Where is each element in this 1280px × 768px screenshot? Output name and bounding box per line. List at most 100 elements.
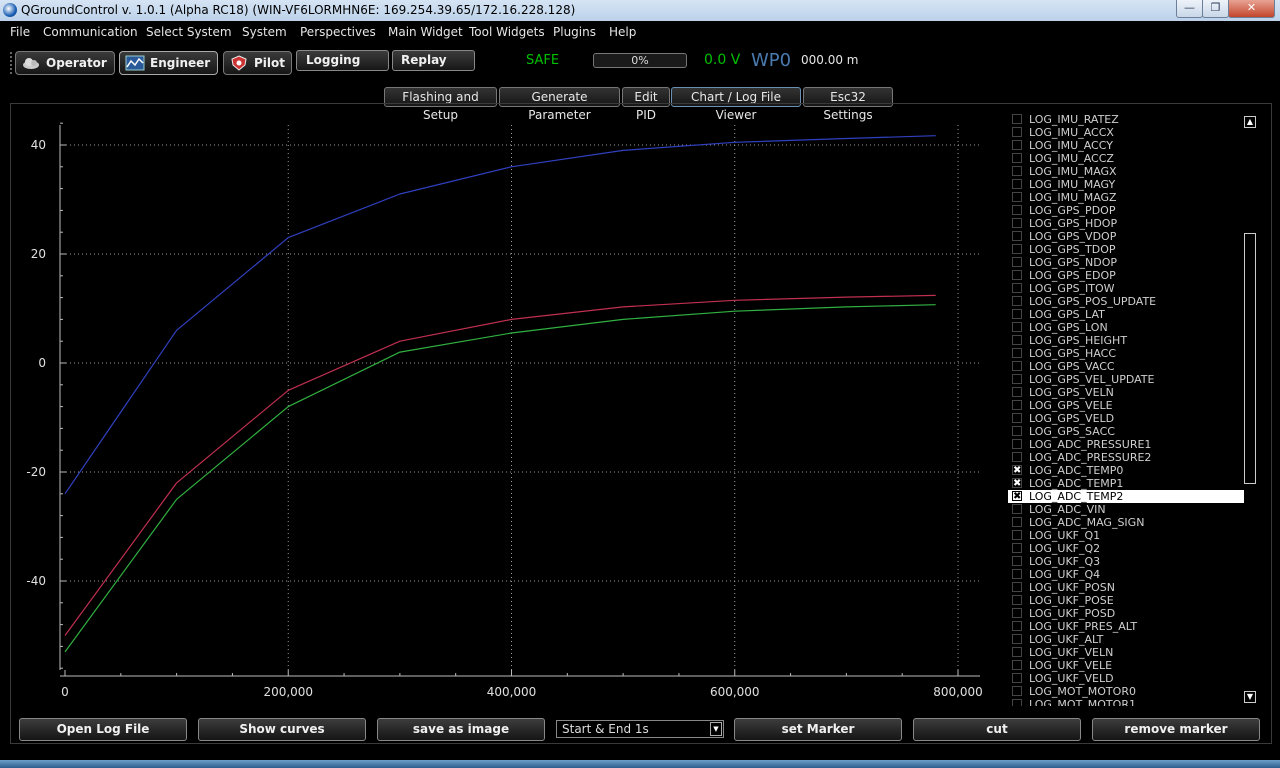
maximize-icon[interactable]: ❐ bbox=[1202, 0, 1229, 18]
signal-checkbox[interactable] bbox=[1012, 569, 1022, 579]
signal-item[interactable]: LOG_GPS_HDOP bbox=[1008, 217, 1244, 230]
signal-checkbox[interactable] bbox=[1012, 374, 1022, 384]
signal-item[interactable]: LOG_UKF_PRES_ALT bbox=[1008, 620, 1244, 633]
signal-checkbox[interactable] bbox=[1012, 582, 1022, 592]
signal-item[interactable]: LOG_GPS_NDOP bbox=[1008, 256, 1244, 269]
signal-item[interactable]: LOG_UKF_VELE bbox=[1008, 659, 1244, 672]
signal-checkbox[interactable] bbox=[1012, 140, 1022, 150]
signal-checkbox[interactable] bbox=[1012, 647, 1022, 657]
signal-item[interactable]: LOG_UKF_POSE bbox=[1008, 594, 1244, 607]
signal-item[interactable]: LOG_UKF_Q3 bbox=[1008, 555, 1244, 568]
signal-checkbox[interactable] bbox=[1012, 413, 1022, 423]
signal-item[interactable]: LOG_GPS_HACC bbox=[1008, 347, 1244, 360]
signal-item[interactable]: LOG_UKF_VELN bbox=[1008, 646, 1244, 659]
signal-item[interactable]: LOG_GPS_LON bbox=[1008, 321, 1244, 334]
range-select[interactable]: Start & End 1s ▼ bbox=[556, 720, 724, 738]
signal-checkbox[interactable] bbox=[1012, 426, 1022, 436]
signal-item[interactable]: LOG_GPS_VELE bbox=[1008, 399, 1244, 412]
signal-checkbox[interactable] bbox=[1012, 452, 1022, 462]
signal-item[interactable]: LOG_GPS_VELD bbox=[1008, 412, 1244, 425]
signal-item[interactable]: LOG_IMU_MAGY bbox=[1008, 178, 1244, 191]
signal-checkbox[interactable] bbox=[1012, 179, 1022, 189]
signal-item[interactable]: LOG_GPS_TDOP bbox=[1008, 243, 1244, 256]
signal-item[interactable]: LOG_UKF_Q1 bbox=[1008, 529, 1244, 542]
signal-checkbox[interactable]: ✖ bbox=[1012, 491, 1022, 502]
signal-checkbox[interactable] bbox=[1012, 192, 1022, 202]
signal-checkbox[interactable] bbox=[1012, 361, 1022, 371]
signal-checkbox[interactable] bbox=[1012, 205, 1022, 215]
signal-item[interactable]: LOG_UKF_VELD bbox=[1008, 672, 1244, 685]
signal-checkbox[interactable] bbox=[1012, 439, 1022, 449]
signal-list-scrollbar[interactable]: ▲ ▼ bbox=[1242, 113, 1258, 706]
signal-item[interactable]: LOG_GPS_ITOW bbox=[1008, 282, 1244, 295]
signal-checkbox[interactable] bbox=[1012, 660, 1022, 670]
signal-checkbox[interactable] bbox=[1012, 387, 1022, 397]
signal-item[interactable]: LOG_UKF_Q2 bbox=[1008, 542, 1244, 555]
save-as-image-button[interactable]: save as image bbox=[377, 718, 545, 741]
signal-checkbox[interactable] bbox=[1012, 309, 1022, 319]
signal-item[interactable]: LOG_ADC_MAG_SIGN bbox=[1008, 516, 1244, 529]
signal-item[interactable]: ✖ LOG_ADC_TEMP2 bbox=[1008, 490, 1244, 503]
signal-checkbox[interactable] bbox=[1012, 283, 1022, 293]
signal-checkbox[interactable] bbox=[1012, 608, 1022, 618]
signal-item[interactable]: LOG_IMU_MAGZ bbox=[1008, 191, 1244, 204]
cut-button[interactable]: cut bbox=[913, 718, 1081, 741]
signal-checkbox[interactable] bbox=[1012, 231, 1022, 241]
signal-item[interactable]: LOG_UKF_Q4 bbox=[1008, 568, 1244, 581]
scroll-up-icon[interactable]: ▲ bbox=[1244, 116, 1256, 128]
signal-item[interactable]: LOG_GPS_HEIGHT bbox=[1008, 334, 1244, 347]
signal-item[interactable]: LOG_UKF_ALT bbox=[1008, 633, 1244, 646]
signal-checkbox[interactable] bbox=[1012, 335, 1022, 345]
signal-checkbox[interactable] bbox=[1012, 244, 1022, 254]
signal-item[interactable]: ✖ LOG_ADC_TEMP0 bbox=[1008, 464, 1244, 477]
signal-item[interactable]: LOG_GPS_SACC bbox=[1008, 425, 1244, 438]
scroll-thumb[interactable] bbox=[1244, 233, 1256, 484]
signal-checkbox[interactable] bbox=[1012, 595, 1022, 605]
signal-item[interactable]: LOG_GPS_PDOP bbox=[1008, 204, 1244, 217]
signal-item[interactable]: LOG_GPS_VEL_UPDATE bbox=[1008, 373, 1244, 386]
signal-checkbox[interactable] bbox=[1012, 699, 1022, 706]
signal-checkbox[interactable] bbox=[1012, 621, 1022, 631]
set-marker-button[interactable]: set Marker bbox=[734, 718, 902, 741]
signal-item[interactable]: LOG_GPS_VELN bbox=[1008, 386, 1244, 399]
signal-checkbox[interactable] bbox=[1012, 348, 1022, 358]
signal-checkbox[interactable]: ✖ bbox=[1012, 465, 1022, 476]
signal-checkbox[interactable] bbox=[1012, 634, 1022, 644]
close-icon[interactable]: ✕ bbox=[1228, 0, 1275, 18]
signal-item[interactable]: LOG_IMU_ACCZ bbox=[1008, 152, 1244, 165]
signal-item[interactable]: LOG_IMU_RATEZ bbox=[1008, 113, 1244, 126]
remove-marker-button[interactable]: remove marker bbox=[1092, 718, 1260, 741]
signal-checkbox[interactable] bbox=[1012, 556, 1022, 566]
signal-item[interactable]: LOG_IMU_ACCY bbox=[1008, 139, 1244, 152]
signal-checkbox[interactable] bbox=[1012, 686, 1022, 696]
signal-item[interactable]: LOG_ADC_VIN bbox=[1008, 503, 1244, 516]
signal-checkbox[interactable] bbox=[1012, 166, 1022, 176]
log-chart[interactable]: 40 20 0 -20 -40 0 200,000 400,000 600,000 800,000 bbox=[0, 0, 1000, 710]
signal-item[interactable]: LOG_GPS_POS_UPDATE bbox=[1008, 295, 1244, 308]
signal-checkbox[interactable] bbox=[1012, 218, 1022, 228]
open-log-file-button[interactable]: Open Log File bbox=[19, 718, 187, 741]
signal-item[interactable]: LOG_GPS_VDOP bbox=[1008, 230, 1244, 243]
signal-item[interactable]: LOG_IMU_MAGX bbox=[1008, 165, 1244, 178]
minimize-icon[interactable]: — bbox=[1176, 0, 1203, 18]
signal-checkbox[interactable] bbox=[1012, 517, 1022, 527]
signal-item[interactable]: LOG_GPS_LAT bbox=[1008, 308, 1244, 321]
signal-checkbox[interactable]: ✖ bbox=[1012, 478, 1022, 489]
signal-checkbox[interactable] bbox=[1012, 673, 1022, 683]
signal-checkbox[interactable] bbox=[1012, 153, 1022, 163]
signal-item[interactable]: LOG_ADC_PRESSURE1 bbox=[1008, 438, 1244, 451]
chevron-down-icon[interactable]: ▼ bbox=[710, 722, 722, 736]
signal-item[interactable]: LOG_UKF_POSD bbox=[1008, 607, 1244, 620]
signal-item[interactable]: LOG_GPS_VACC bbox=[1008, 360, 1244, 373]
signal-checkbox[interactable] bbox=[1012, 543, 1022, 553]
signal-checkbox[interactable] bbox=[1012, 322, 1022, 332]
signal-checkbox[interactable] bbox=[1012, 127, 1022, 137]
signal-checkbox[interactable] bbox=[1012, 257, 1022, 267]
signal-item[interactable]: LOG_ADC_PRESSURE2 bbox=[1008, 451, 1244, 464]
signal-checkbox[interactable] bbox=[1012, 530, 1022, 540]
signal-item[interactable]: LOG_MOT_MOTOR1 bbox=[1008, 698, 1244, 706]
signal-checkbox[interactable] bbox=[1012, 114, 1022, 124]
signal-item[interactable]: LOG_IMU_ACCX bbox=[1008, 126, 1244, 139]
signal-checkbox[interactable] bbox=[1012, 504, 1022, 514]
signal-item[interactable]: LOG_UKF_POSN bbox=[1008, 581, 1244, 594]
